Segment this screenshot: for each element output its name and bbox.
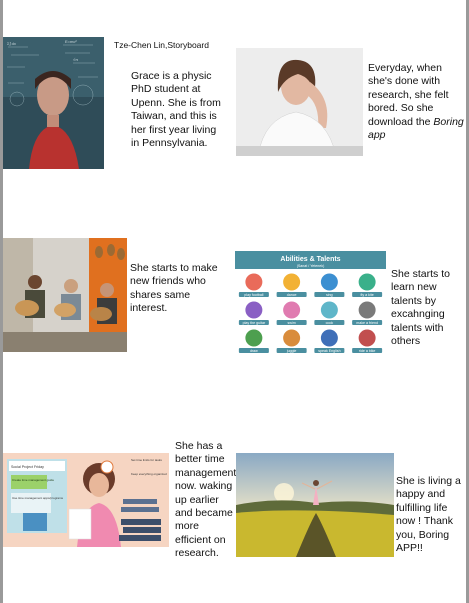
- talent-icon: [283, 329, 301, 347]
- time-note-5: Keep everything organized: [131, 472, 167, 476]
- talent-icon: [320, 273, 338, 291]
- svg-text:Σ∫ dx: Σ∫ dx: [7, 41, 16, 46]
- talent-label: sing: [326, 293, 333, 297]
- panel-3-image: [3, 238, 127, 352]
- talent-label: make a friend: [356, 321, 378, 325]
- talent-icon: [358, 329, 376, 347]
- panel-5-text: She has a better time management now. wa…: [175, 440, 237, 560]
- talent-label: swim: [288, 321, 296, 325]
- time-note-3: Use time management apps/programs: [12, 496, 64, 500]
- talent-icon: [358, 301, 376, 319]
- panel-1-text: Grace is a physic PhD student at Upenn. …: [131, 70, 221, 150]
- talent-icon: [320, 329, 338, 347]
- talent-label: dance: [287, 293, 297, 297]
- author-line: Tze-Chen Lin,Storyboard: [114, 40, 209, 50]
- talent-label: fly a kite: [361, 293, 374, 297]
- panel-4-image: Abilities & Talents (Sanat / Yetenek) pl…: [235, 251, 386, 359]
- time-note-2: Create time management guide: [12, 478, 54, 482]
- time-note-1: Social Project Friday: [11, 465, 44, 469]
- svg-text:E=mc²: E=mc²: [65, 39, 77, 44]
- time-note-4: Set time limits for tasks: [131, 458, 162, 462]
- panel-5-image: Social Project Friday Create time manage…: [3, 453, 169, 547]
- talent-icon: [358, 273, 376, 291]
- talents-title: Abilities & Talents: [280, 256, 340, 263]
- talent-icon: [283, 301, 301, 319]
- talent-label: ride a bike: [359, 349, 376, 353]
- talent-label: cook: [326, 321, 334, 325]
- talent-icon: [245, 329, 263, 347]
- panel-2-image: [236, 48, 363, 156]
- talent-label: juggle: [286, 349, 297, 353]
- talent-icon: [245, 273, 263, 291]
- talent-icon: [283, 273, 301, 291]
- svg-text:√π: √π: [73, 57, 78, 62]
- talent-label: speak English: [318, 349, 340, 353]
- panel-6-image: [236, 453, 394, 557]
- talent-label: play the guitar: [243, 321, 266, 325]
- panel-1-image: Σ∫ dx E=mc² √π: [3, 37, 104, 169]
- talent-icon: [245, 301, 263, 319]
- panel-4-text: She starts to learn new talents by excah…: [391, 268, 450, 348]
- panel-6-text: She is living a happy and fulfilling lif…: [396, 475, 461, 555]
- storyboard-page: Tze-Chen Lin,Storyboard Σ∫ dx E=mc² √π Gra…: [3, 0, 466, 603]
- talent-label: play football: [244, 293, 263, 297]
- talents-subtitle: (Sanat / Yetenek): [297, 264, 325, 268]
- panel-3-text: She starts to make new friends who share…: [130, 262, 218, 315]
- talent-label: draw: [250, 349, 258, 353]
- talent-icon: [320, 301, 338, 319]
- panel-2-text: Everyday, when she's done with research,…: [368, 62, 464, 142]
